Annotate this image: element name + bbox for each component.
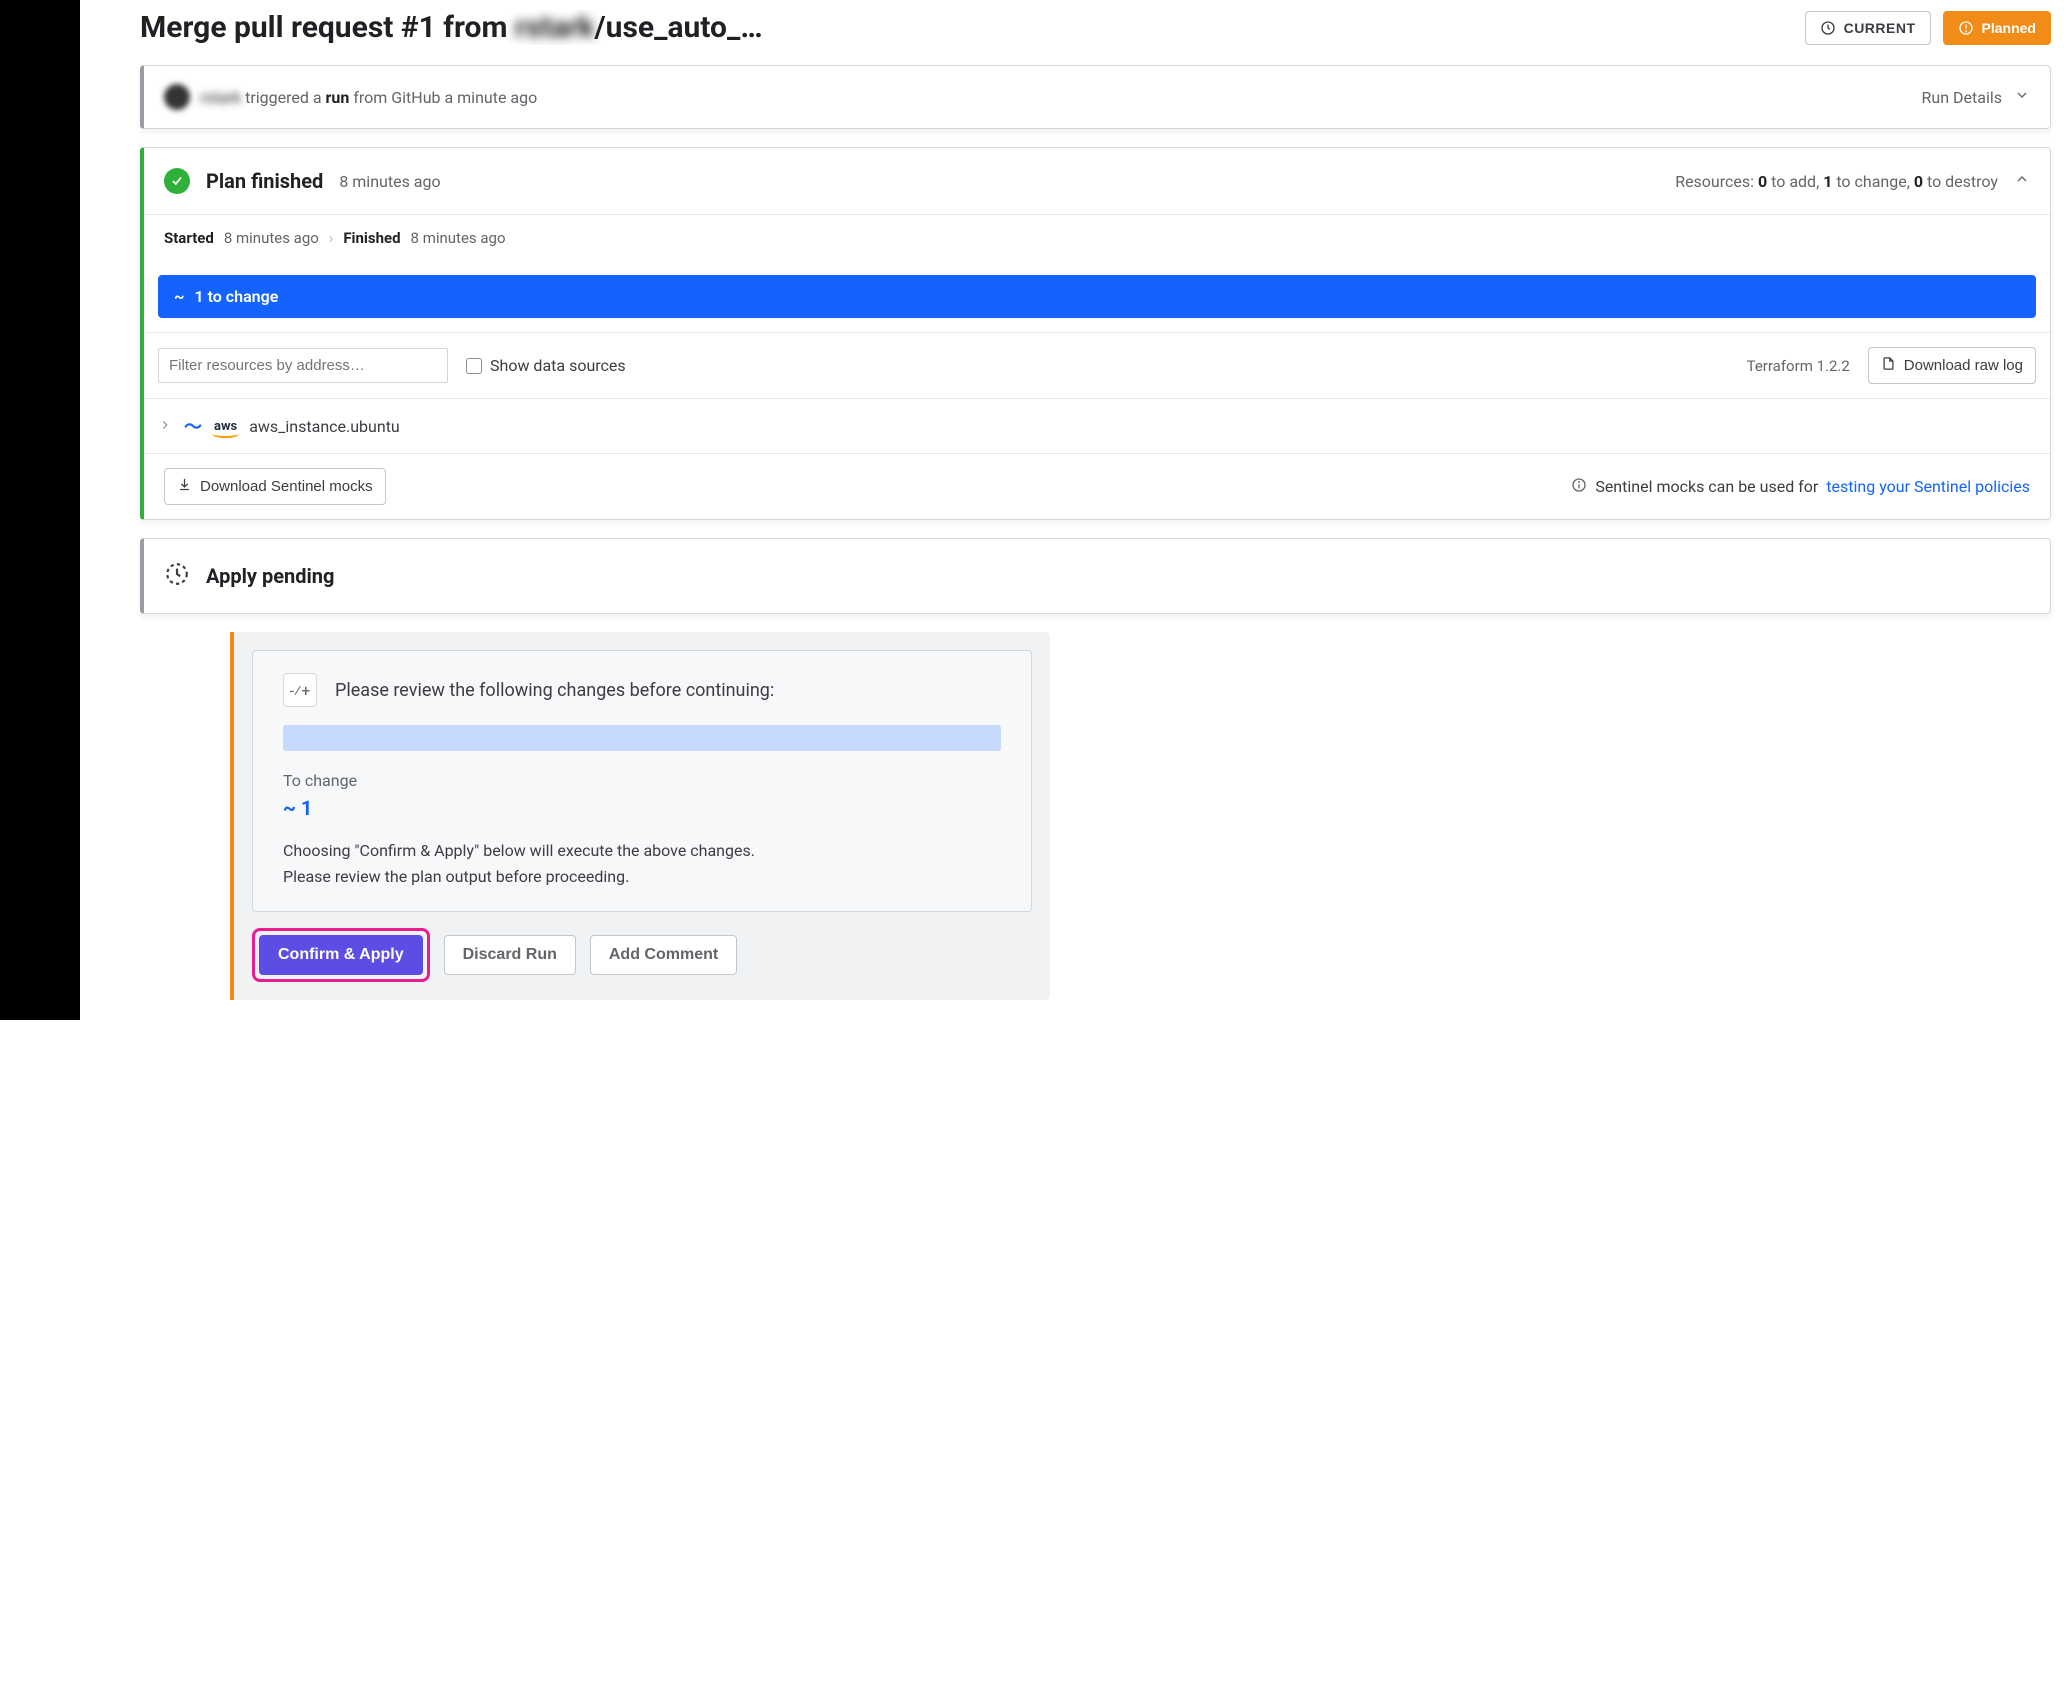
download-icon <box>177 477 192 496</box>
page-header: Merge pull request #1 from rstark/use_au… <box>140 10 2051 45</box>
download-log-label: Download raw log <box>1904 357 2023 374</box>
chevron-down-icon <box>2014 87 2030 107</box>
apply-title: Apply pending <box>206 564 334 588</box>
download-sentinel-label: Download Sentinel mocks <box>200 478 373 495</box>
callout-line-1: Choosing "Confirm & Apply" below will ex… <box>283 838 1001 864</box>
sentinel-row: Download Sentinel mocks Sentinel mocks c… <box>144 453 2050 519</box>
terraform-version: Terraform 1.2.2 <box>1747 357 1850 375</box>
trigger-card: rstark triggered a run from GitHub a min… <box>140 65 2051 129</box>
filter-input[interactable] <box>158 348 448 383</box>
filter-row: Show data sources Terraform 1.2.2 Downlo… <box>144 332 2050 399</box>
checkbox-icon <box>466 358 482 374</box>
info-icon <box>1571 477 1587 497</box>
to-change-label: To change <box>283 771 1001 790</box>
action-row: Confirm & Apply Discard Run Add Comment <box>252 928 1032 982</box>
discard-run-button[interactable]: Discard Run <box>444 935 576 975</box>
tilde-icon: ～ <box>184 413 202 439</box>
left-sidebar <box>0 0 80 1020</box>
current-label: CURRENT <box>1844 20 1916 36</box>
plan-summary: Resources: 0 to add, 1 to change, 0 to d… <box>1675 172 1998 191</box>
plus-minus-icon: -⁄+ <box>283 673 317 707</box>
planned-label: Planned <box>1982 20 2036 36</box>
plan-title: Plan finished <box>206 169 323 193</box>
confirm-apply-button[interactable]: Confirm & Apply <box>259 935 423 975</box>
highlight-ring: Confirm & Apply <box>252 928 430 982</box>
plan-timing-row: Started 8 minutes ago › Finished 8 minut… <box>144 214 2050 261</box>
check-circle-icon <box>164 168 190 194</box>
sentinel-info: Sentinel mocks can be used for testing y… <box>1571 477 2030 497</box>
title-prefix: Merge pull request #1 from <box>140 10 515 45</box>
review-panel: -⁄+ Please review the following changes … <box>252 650 1032 912</box>
alert-icon <box>1958 20 1974 36</box>
change-banner[interactable]: ~ 1 to change <box>158 275 2036 318</box>
resource-name: aws_instance.ubuntu <box>249 417 400 436</box>
trigger-username: rstark <box>200 88 241 107</box>
pending-clock-icon <box>164 561 190 591</box>
title-suffix: /use_auto_… <box>595 10 763 45</box>
apply-card: Apply pending <box>140 538 2051 614</box>
trigger-text: rstark triggered a run from GitHub a min… <box>200 88 1912 107</box>
sentinel-policies-link[interactable]: testing your Sentinel policies <box>1826 477 2030 496</box>
current-button[interactable]: CURRENT <box>1805 11 1931 45</box>
main-content: Merge pull request #1 from rstark/use_au… <box>80 0 2071 1020</box>
plan-header: Plan finished 8 minutes ago Resources: 0… <box>144 148 2050 214</box>
resource-row[interactable]: ～ aws aws_instance.ubuntu <box>144 399 2050 453</box>
to-change-count: ~ 1 <box>283 796 1001 820</box>
planned-button[interactable]: Planned <box>1943 11 2051 45</box>
run-details-label: Run Details <box>1922 88 2002 107</box>
plan-card: Plan finished 8 minutes ago Resources: 0… <box>140 147 2051 520</box>
aws-provider-badge: aws <box>214 419 237 434</box>
download-log-button[interactable]: Download raw log <box>1868 347 2036 384</box>
redacted-strip <box>283 725 1001 751</box>
callout-line-2: Please review the plan output before pro… <box>283 864 1001 890</box>
show-data-sources-label: Show data sources <box>490 356 626 375</box>
file-icon <box>1881 356 1896 375</box>
review-heading: Please review the following changes befo… <box>335 680 774 701</box>
avatar <box>164 84 190 110</box>
tilde-icon: ~ <box>174 287 184 306</box>
chevron-up-icon[interactable] <box>2014 171 2030 191</box>
add-comment-button[interactable]: Add Comment <box>590 935 737 975</box>
banner-text: 1 to change <box>194 287 278 306</box>
review-callout: -⁄+ Please review the following changes … <box>230 632 1050 1000</box>
page-title: Merge pull request #1 from rstark/use_au… <box>140 10 1793 45</box>
download-sentinel-button[interactable]: Download Sentinel mocks <box>164 468 386 505</box>
run-details-toggle[interactable]: Run Details <box>1922 87 2030 107</box>
title-org-blur: rstark <box>515 10 595 45</box>
plan-time: 8 minutes ago <box>339 172 440 191</box>
show-data-sources-toggle[interactable]: Show data sources <box>466 356 626 375</box>
chevron-right-icon <box>158 417 172 436</box>
clock-icon <box>1820 20 1836 36</box>
